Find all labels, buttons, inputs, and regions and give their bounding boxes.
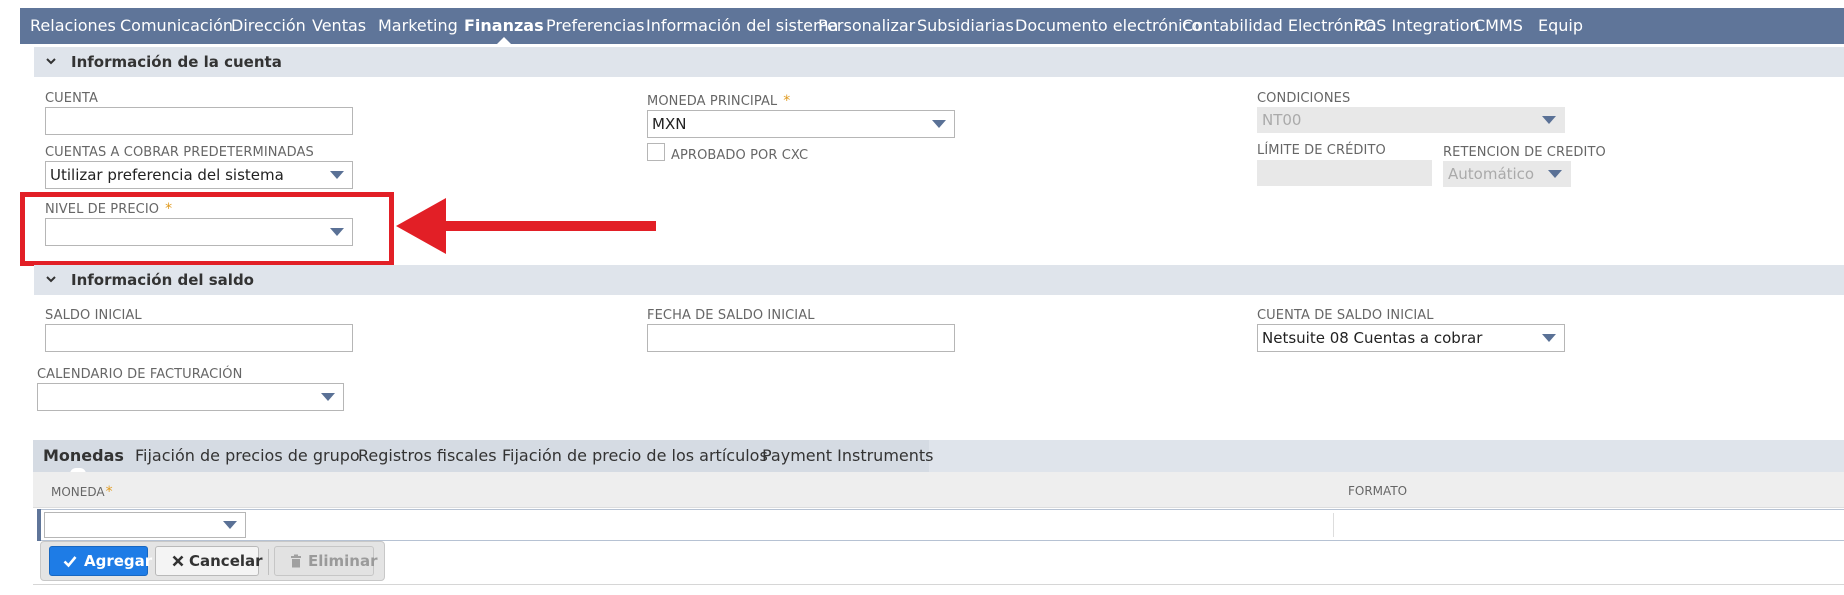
tab-monedas[interactable]: Monedas bbox=[43, 440, 124, 472]
row-moneda-select[interactable] bbox=[44, 512, 246, 538]
checkmark-icon bbox=[63, 556, 77, 568]
sublist-header bbox=[33, 472, 1844, 508]
delete-button: Eliminar bbox=[274, 546, 378, 576]
fecha-saldo-inicial-label: Fecha de saldo inicial bbox=[647, 308, 815, 323]
section-title: Información de la cuenta bbox=[71, 53, 282, 71]
section-title: Información del saldo bbox=[71, 271, 254, 289]
nav-item-contabilidad-electronica[interactable]: Contabilidad Electrónica bbox=[1182, 8, 1377, 44]
cancel-button-label: Cancelar bbox=[189, 552, 263, 570]
required-star: * bbox=[783, 93, 791, 109]
saldo-inicial-input[interactable] bbox=[45, 324, 353, 352]
tab-fijacion-precios-grupo[interactable]: Fijación de precios de grupo bbox=[135, 440, 360, 472]
nav-item-direccion[interactable]: Dirección bbox=[231, 8, 306, 44]
row-marker bbox=[37, 509, 41, 541]
condiciones-label: Condiciones bbox=[1257, 91, 1351, 106]
saldo-inicial-label: Saldo inicial bbox=[45, 308, 142, 323]
column-header-moneda-text: Moneda bbox=[51, 485, 105, 499]
retencion-credito-value: Automático bbox=[1448, 165, 1535, 183]
tab-registros-fiscales[interactable]: Registros fiscales bbox=[358, 440, 497, 472]
chevron-down-icon bbox=[46, 58, 56, 65]
moneda-principal-label-text: Moneda principal bbox=[647, 94, 778, 109]
nav-item-relaciones[interactable]: Relaciones bbox=[30, 8, 116, 44]
calendario-facturacion-select[interactable] bbox=[37, 383, 344, 411]
aprobado-cxc-label: Aprobado por CXC bbox=[671, 148, 809, 163]
dropdown-arrow-icon bbox=[330, 171, 344, 179]
retencion-credito-label: Retencion de credito bbox=[1443, 145, 1606, 160]
required-star: * bbox=[105, 484, 113, 500]
add-button-label: Agregar bbox=[84, 552, 153, 570]
nav-item-personalizar[interactable]: Personalizar bbox=[818, 8, 915, 44]
red-arrow-annotation bbox=[396, 198, 656, 254]
nav-item-comunicacion[interactable]: Comunicación bbox=[120, 8, 233, 44]
section-header-balance-info[interactable]: Información del saldo bbox=[34, 265, 1844, 295]
fecha-saldo-inicial-input[interactable] bbox=[647, 324, 955, 352]
nav-item-pos-integration[interactable]: POS Integration bbox=[1354, 8, 1480, 44]
dropdown-arrow-icon bbox=[1542, 116, 1556, 124]
close-icon bbox=[172, 555, 184, 567]
nav-item-documento-electronico[interactable]: Documento electrónico bbox=[1015, 8, 1201, 44]
cuenta-saldo-inicial-select[interactable]: Netsuite 08 Cuentas a cobrar bbox=[1257, 324, 1565, 352]
cuentas-cobrar-value: Utilizar preferencia del sistema bbox=[50, 166, 284, 184]
nav-item-preferencias[interactable]: Preferencias bbox=[546, 8, 645, 44]
condiciones-select: NT00 bbox=[1257, 107, 1565, 133]
dropdown-arrow-icon bbox=[1542, 334, 1556, 342]
nav-item-ventas[interactable]: Ventas bbox=[312, 8, 366, 44]
condiciones-value: NT00 bbox=[1262, 111, 1302, 129]
tab-fijacion-precio-articulos[interactable]: Fijación de precio de los artículos bbox=[502, 440, 768, 472]
dropdown-arrow-icon bbox=[321, 393, 335, 401]
cuentas-cobrar-select[interactable]: Utilizar preferencia del sistema bbox=[45, 161, 353, 189]
section-header-account-info[interactable]: Información de la cuenta bbox=[34, 47, 1844, 77]
delete-button-label: Eliminar bbox=[308, 552, 378, 570]
cuenta-input[interactable] bbox=[45, 107, 353, 135]
moneda-principal-label: Moneda principal * bbox=[647, 93, 790, 109]
nav-item-marketing[interactable]: Marketing bbox=[378, 8, 458, 44]
top-navigation-bar: Relaciones Comunicación Dirección Ventas… bbox=[20, 8, 1844, 44]
aprobado-cxc-checkbox[interactable] bbox=[647, 143, 665, 161]
moneda-principal-value: MXN bbox=[652, 115, 687, 133]
calendario-facturacion-label: Calendario de facturación bbox=[37, 367, 243, 382]
chevron-down-icon bbox=[46, 276, 56, 283]
limite-credito-input bbox=[1257, 160, 1432, 186]
dropdown-arrow-icon bbox=[932, 120, 946, 128]
trash-icon bbox=[291, 554, 301, 568]
nav-item-equip[interactable]: Equip bbox=[1538, 8, 1583, 44]
nav-item-cmms[interactable]: CMMS bbox=[1474, 8, 1523, 44]
cuenta-saldo-inicial-value: Netsuite 08 Cuentas a cobrar bbox=[1262, 329, 1483, 347]
column-header-moneda: Moneda* bbox=[51, 484, 113, 500]
cuentas-cobrar-label: Cuentas a cobrar predeterminadas bbox=[45, 145, 314, 160]
cuenta-saldo-inicial-label: Cuenta de saldo inicial bbox=[1257, 308, 1434, 323]
cuenta-label: Cuenta bbox=[45, 91, 98, 106]
cancel-button[interactable]: Cancelar bbox=[155, 546, 263, 576]
limite-credito-label: Límite de crédito bbox=[1257, 143, 1386, 158]
dropdown-arrow-icon bbox=[223, 521, 237, 529]
nav-item-informacion-sistema[interactable]: Información del sistema bbox=[646, 8, 838, 44]
nav-item-subsidiarias[interactable]: Subsidiarias bbox=[917, 8, 1014, 44]
sublist-edit-row[interactable] bbox=[37, 509, 1844, 541]
retencion-credito-select: Automático bbox=[1443, 161, 1571, 187]
moneda-principal-select[interactable]: MXN bbox=[647, 110, 955, 138]
button-separator bbox=[268, 549, 269, 575]
highlight-box bbox=[20, 192, 394, 266]
column-header-formato: Formato bbox=[1348, 484, 1408, 498]
dropdown-arrow-icon bbox=[1548, 170, 1562, 178]
bottom-border bbox=[33, 584, 1844, 585]
column-divider bbox=[1333, 513, 1334, 537]
add-button[interactable]: Agregar bbox=[49, 546, 152, 576]
tab-payment-instruments[interactable]: Payment Instruments bbox=[762, 440, 934, 472]
nav-item-finanzas[interactable]: Finanzas bbox=[464, 8, 544, 44]
